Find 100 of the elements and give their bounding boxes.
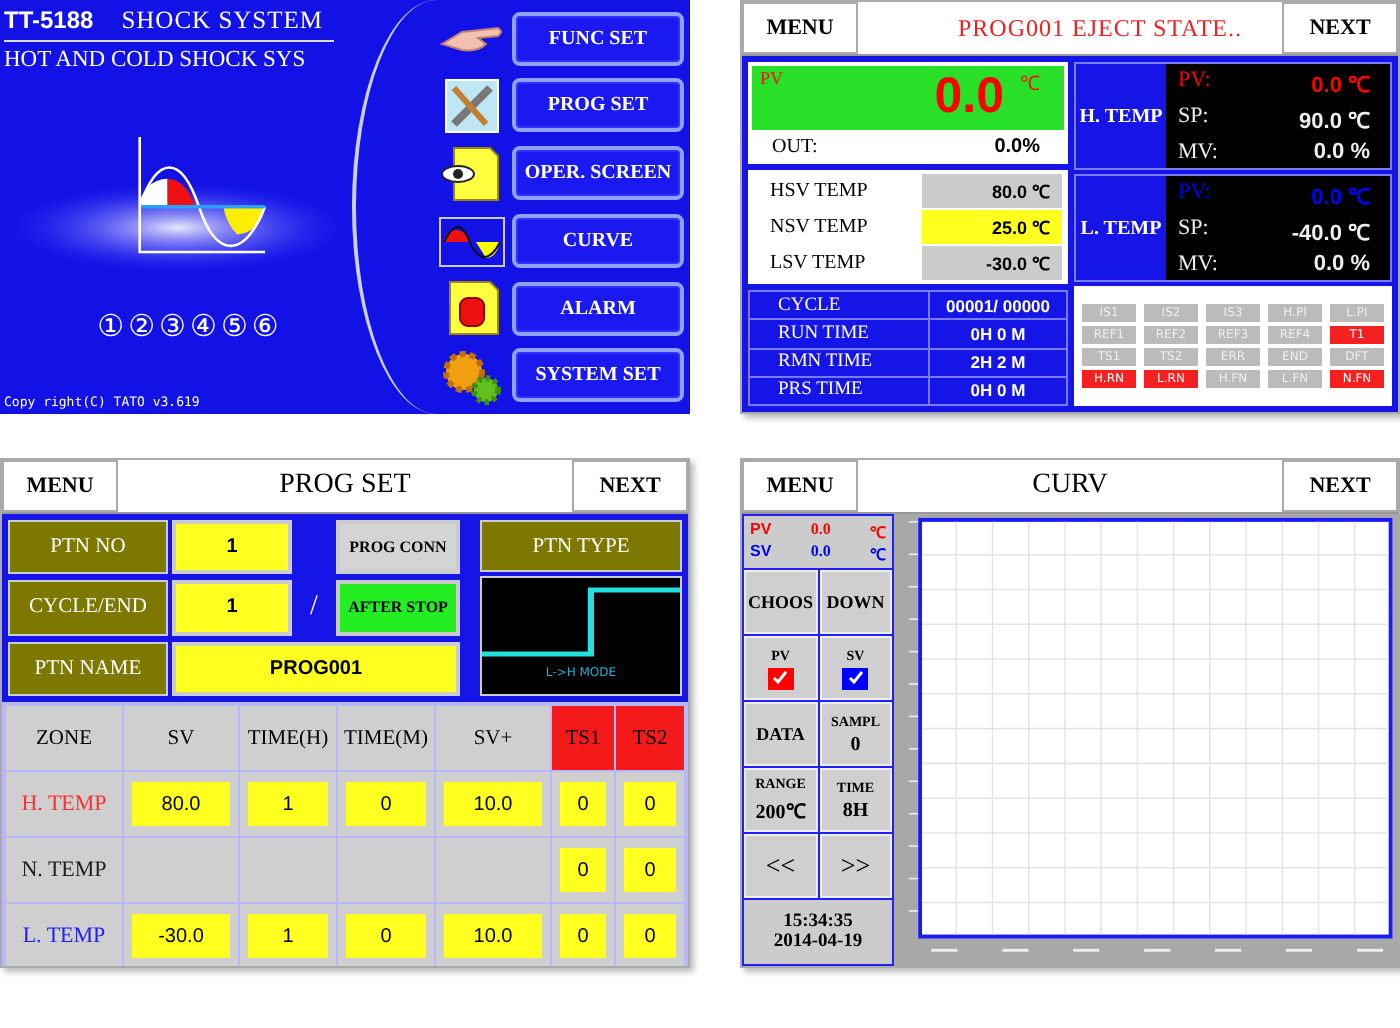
field-label: PTN TYPE	[480, 520, 682, 572]
unit-label: ℃	[869, 522, 886, 542]
next-button[interactable]: NEXT	[1282, 2, 1398, 54]
value-field[interactable]: 0	[624, 848, 676, 892]
value-field[interactable]: 0	[560, 914, 606, 958]
menu-button[interactable]: MENU	[742, 2, 858, 54]
prog-conn-button[interactable]: PROG CONN	[336, 520, 460, 575]
out-label: OUT:	[772, 136, 818, 158]
page-button[interactable]: ⑤	[220, 308, 248, 344]
menu-button[interactable]: OPER. SCREEN	[512, 146, 684, 201]
sample-value: 0	[850, 733, 861, 755]
subtitle: HOT AND COLD SHOCK SYS	[4, 48, 308, 72]
time-label: CYCLE	[750, 292, 930, 319]
column-header: SV+	[436, 706, 550, 770]
column-header: TIME(H)	[240, 706, 336, 770]
value-field[interactable]: -30.0	[132, 914, 230, 958]
value-field[interactable]: 0	[624, 782, 676, 826]
value-field[interactable]: 1	[248, 782, 328, 826]
field-label: CYCLE/END	[8, 580, 168, 636]
time-label: RUN TIME	[750, 320, 930, 347]
setpoint-label: NSV TEMP	[768, 216, 870, 238]
zone-cell: N. TEMP	[6, 838, 122, 902]
value-field[interactable]: 0	[560, 782, 606, 826]
page-button[interactable]: ①	[97, 308, 125, 344]
reading-value: 0.0 %	[1313, 252, 1370, 277]
time-value: 0H 0 M	[968, 380, 1028, 401]
screen-title: PROG001 EJECT STATE..	[956, 11, 1244, 45]
pattern-name-field[interactable]: PROG001	[172, 641, 460, 696]
screen-title: CURV	[1030, 468, 1110, 504]
time-text: 15:34:35	[783, 912, 853, 932]
column-header: TIME(M)	[338, 706, 434, 770]
value-field[interactable]: 1	[248, 914, 328, 958]
page-button[interactable]: ④	[190, 308, 217, 344]
zone-cell: L. TEMP	[6, 904, 122, 966]
time-value: 00001/ 00000	[944, 295, 1052, 316]
time-label: RMN TIME	[750, 349, 930, 376]
reading-label: SP:	[1178, 215, 1209, 244]
value-field[interactable]: 10.0	[444, 782, 542, 826]
menu-button[interactable]: ALARM	[512, 281, 684, 336]
reading-label: MV:	[1178, 140, 1218, 165]
value-field[interactable]: 0	[560, 848, 606, 892]
menu-button[interactable]: MENU	[742, 460, 858, 512]
time-label: PRS TIME	[750, 377, 930, 404]
value-field[interactable]: 0	[624, 914, 676, 958]
pv-display: PV 0.0 ℃	[752, 66, 1064, 130]
page-button[interactable]: ⑥	[251, 308, 279, 344]
checkbox[interactable]	[767, 667, 794, 689]
reading-label: SP:	[1178, 103, 1209, 132]
choose-button[interactable]: CHOOS	[744, 570, 817, 634]
column-header: ZONE	[6, 706, 122, 770]
time-value: 0H 0 M	[968, 323, 1028, 344]
menu-button[interactable]: SYSTEM SET	[512, 348, 684, 403]
screen-title: SHOCK SYSTEM	[121, 6, 324, 36]
next-button[interactable]: NEXT	[1282, 460, 1398, 512]
setpoint-value[interactable]: -30.0 ℃	[922, 246, 1062, 280]
value-field[interactable]: 80.0	[132, 782, 230, 826]
data-button[interactable]: DATA	[744, 702, 817, 766]
setpoint-value[interactable]: 80.0 ℃	[922, 174, 1062, 208]
reading-label: PV:	[1178, 67, 1211, 96]
pattern-number-field[interactable]: 1	[172, 520, 292, 575]
time-value: 8H	[842, 799, 869, 821]
value-field[interactable]: 0	[346, 914, 426, 958]
reading-value: 0.0 ℃	[1311, 183, 1370, 210]
field-label: PTN NAME	[8, 641, 168, 696]
setpoint-label: HSV TEMP	[768, 180, 870, 202]
value-field[interactable]: 0	[346, 782, 426, 826]
screen-title: PROG SET	[277, 468, 413, 504]
menu-button[interactable]: CURVE	[512, 213, 684, 268]
reading-value: 0.0 %	[1313, 140, 1370, 165]
after-stop-button[interactable]: AFTER STOP	[336, 580, 460, 636]
checkbox[interactable]	[842, 667, 869, 689]
page-button[interactable]: ③	[159, 308, 186, 344]
readout-label: PV	[750, 520, 772, 542]
readout-label: SV	[750, 542, 772, 564]
unit-label: ℃	[869, 544, 886, 564]
slash-text: /	[308, 589, 320, 626]
menu-button[interactable]: FUNC SET	[512, 11, 684, 65]
menu-button[interactable]: MENU	[2, 460, 118, 512]
value-field[interactable]: 10.0	[444, 914, 542, 958]
next-button[interactable]: NEXT	[572, 460, 688, 512]
page-button[interactable]: ②	[128, 308, 156, 344]
previous-button[interactable]: <<	[744, 834, 817, 898]
reading-label: MV:	[1178, 252, 1218, 277]
reading-value: 0.0 ℃	[1311, 71, 1370, 98]
column-header: SV	[124, 706, 238, 770]
zone-label: L. TEMP	[1078, 215, 1164, 243]
reading-value: -40.0 ℃	[1291, 219, 1370, 246]
column-header: TS1	[552, 706, 614, 770]
gears-icon	[438, 345, 506, 406]
cycle-field[interactable]: 1	[172, 580, 292, 636]
column-header: TS2	[616, 706, 684, 770]
down-button[interactable]: DOWN	[819, 570, 892, 634]
out-value: 0.0%	[994, 136, 1040, 158]
reading-value: 90.0 ℃	[1299, 107, 1370, 134]
range-value: 200℃	[755, 800, 806, 824]
setpoint-value[interactable]: 25.0 ℃	[922, 210, 1062, 244]
readout-value: 0.0	[810, 542, 831, 564]
menu-button[interactable]: PROG SET	[512, 78, 684, 133]
reading-label: PV:	[1178, 179, 1211, 208]
forward-button[interactable]: >>	[819, 834, 892, 898]
